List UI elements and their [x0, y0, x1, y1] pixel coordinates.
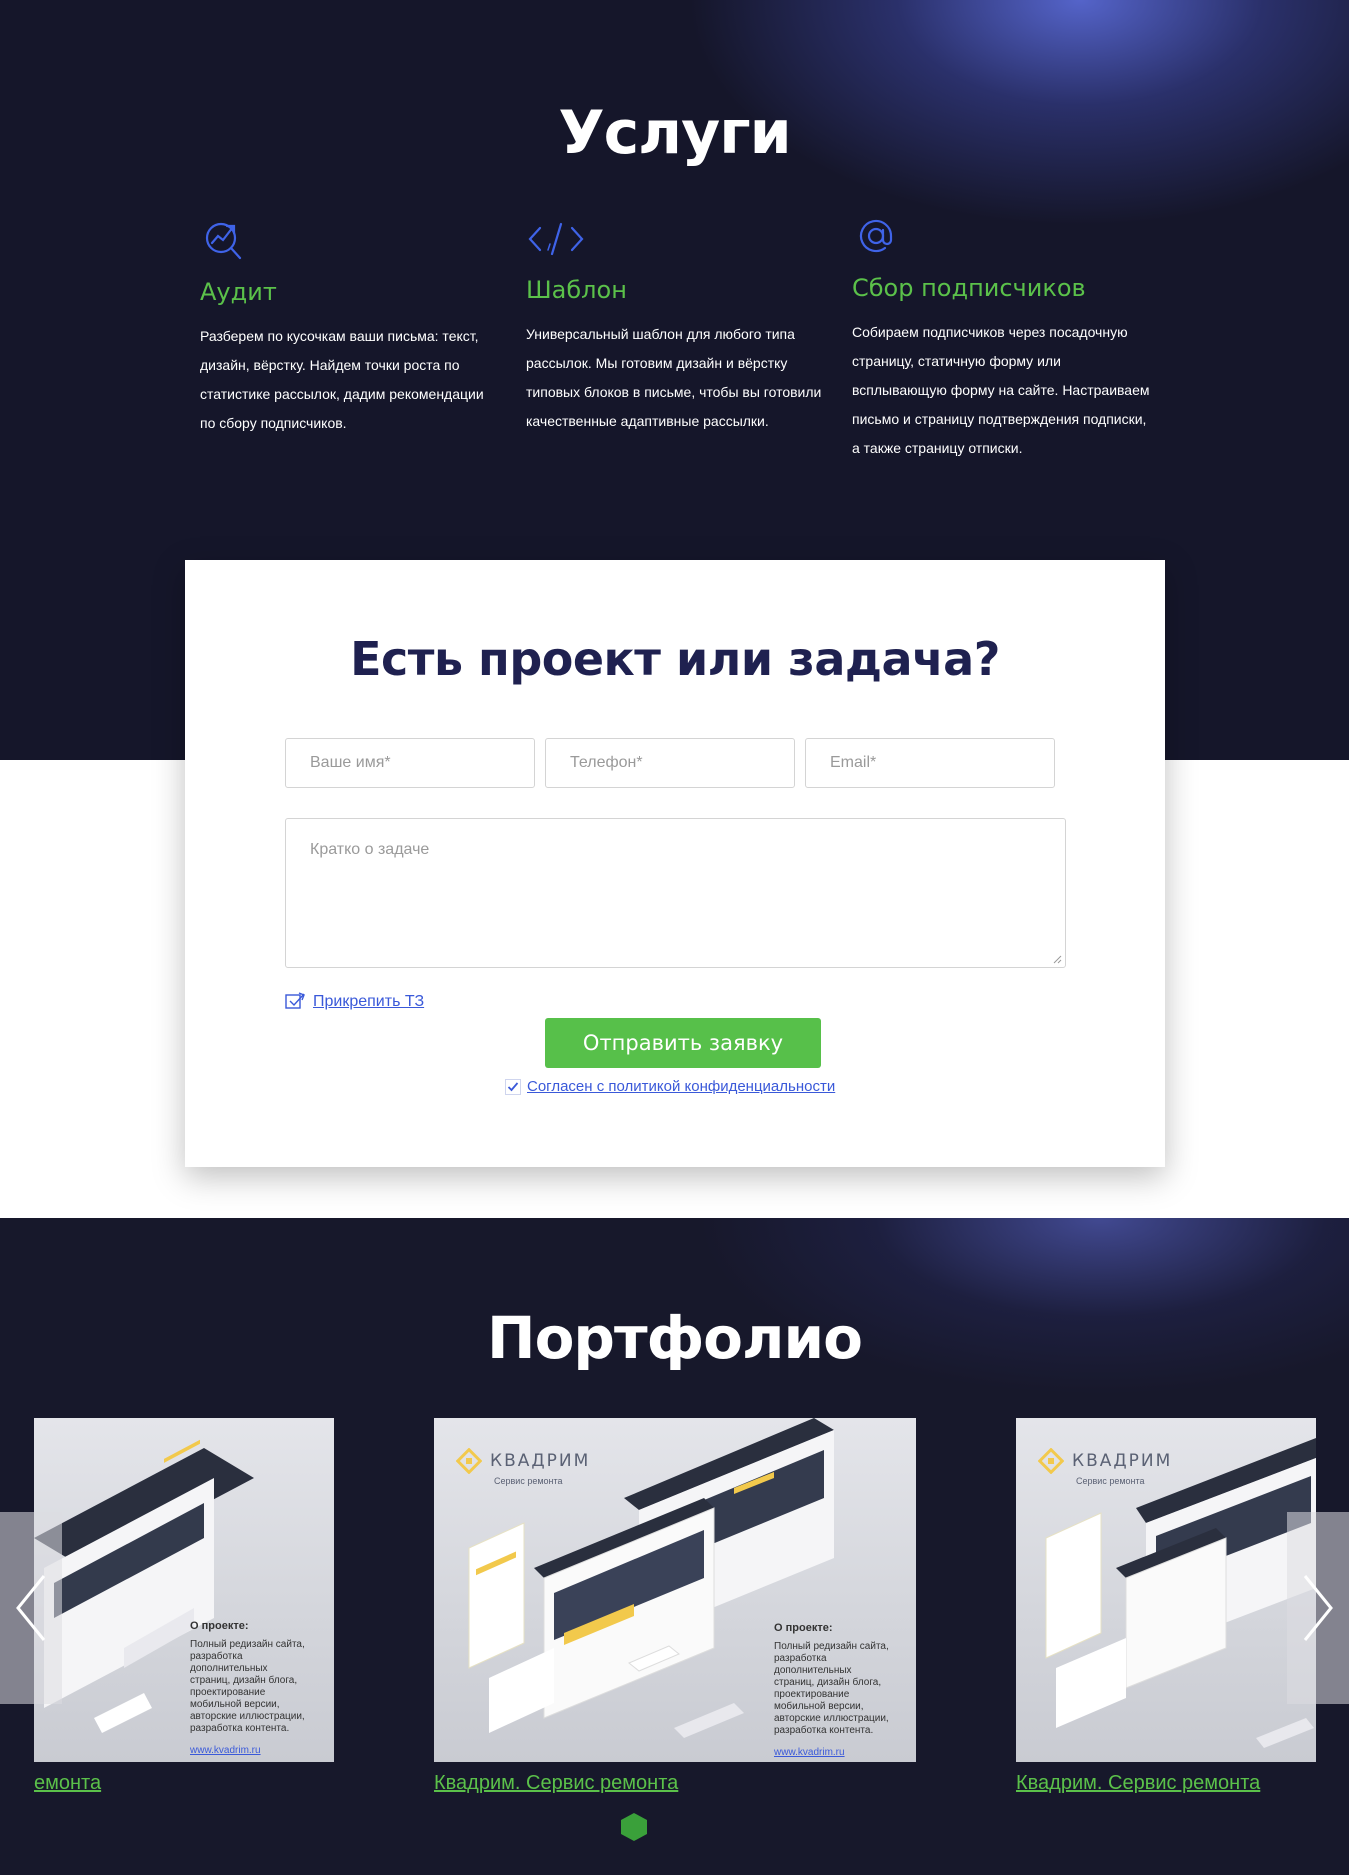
portfolio-section: Портфолио О проекте: Полный редизайн сай… — [0, 1218, 1349, 1875]
attach-label: Прикрепить ТЗ — [313, 993, 425, 1010]
chevron-right-icon — [1303, 1575, 1333, 1641]
portfolio-slide[interactable]: КВАДРИМ Сервис ремонта Квадрим. Сервис р… — [1016, 1418, 1316, 1795]
carousel-next-button[interactable] — [1287, 1512, 1349, 1704]
about-title: О проекте: — [190, 1620, 249, 1632]
service-template: Шаблон Универсальный шаблон для любого т… — [526, 214, 826, 436]
at-icon — [859, 219, 893, 253]
portfolio-image[interactable]: КВАДРИМ Сервис ремонта О проекте: Полный… — [434, 1418, 916, 1762]
form-title: Есть проект или задача? — [350, 632, 1000, 686]
message-placeholder: Кратко о задаче — [310, 841, 430, 858]
analytics-icon — [205, 222, 242, 260]
about-title: О проекте: — [774, 1622, 833, 1634]
attach-icon — [285, 992, 305, 1009]
submit-button[interactable]: Отправить заявку — [545, 1018, 821, 1068]
checkbox-checked-icon[interactable] — [505, 1078, 521, 1095]
service-audit: Аудит Разберем по кусочкам ваши письма: … — [200, 216, 500, 438]
privacy-policy-link[interactable]: Согласен с политикой конфиденциальности — [527, 1078, 835, 1095]
carousel-prev-button[interactable] — [0, 1512, 62, 1704]
service-text: Универсальный шаблон для любого типа рас… — [526, 326, 822, 429]
portfolio-image[interactable]: О проекте: Полный редизайн сайта, разраб… — [34, 1418, 334, 1762]
project-site-link[interactable]: www.kvadrim.ru — [190, 1745, 305, 1757]
attach-file-link[interactable]: Прикрепить ТЗ — [285, 992, 424, 1012]
project-about: О проекте: Полный редизайн сайта, разраб… — [190, 1620, 305, 1757]
portfolio-slide[interactable]: КВАДРИМ Сервис ремонта О проекте: Полный… — [434, 1418, 916, 1795]
about-text: Полный редизайн сайта, разработка дополн… — [774, 1641, 889, 1736]
service-title: Сбор подписчиков — [852, 274, 1086, 302]
project-site-link[interactable]: www.kvadrim.ru — [774, 1747, 894, 1759]
service-subscribers: Сбор подписчиков Собираем подписчиков че… — [852, 212, 1152, 463]
consent-checkbox-row[interactable]: Согласен с политикой конфиденциальности — [505, 1078, 835, 1095]
carousel-dot-active[interactable] — [620, 1812, 648, 1842]
project-about: О проекте: Полный редизайн сайта, разраб… — [774, 1622, 894, 1759]
service-text: Собираем подписчиков через посадочную ст… — [852, 324, 1150, 456]
contact-form: Есть проект или задача? Ваше имя* Телефо… — [185, 560, 1165, 1167]
services-title: Услуги — [558, 98, 791, 168]
portfolio-caption-link[interactable]: Квадрим. Сервис ремонта — [1016, 1772, 1316, 1795]
mockup-illustration — [1045, 1438, 1316, 1748]
service-title: Шаблон — [526, 276, 627, 304]
portfolio-caption-link[interactable]: емонта — [34, 1772, 334, 1795]
service-text: Разберем по кусочкам ваши письма: текст,… — [200, 328, 484, 431]
message-textarea[interactable]: Кратко о задаче — [285, 818, 1066, 968]
service-title: Аудит — [200, 278, 277, 306]
chevron-left-icon — [16, 1575, 46, 1641]
portfolio-title: Портфолио — [487, 1304, 863, 1372]
portfolio-image[interactable]: КВАДРИМ Сервис ремонта — [1016, 1418, 1316, 1762]
about-text: Полный редизайн сайта, разработка дополн… — [190, 1639, 305, 1734]
portfolio-slide[interactable]: О проекте: Полный редизайн сайта, разраб… — [34, 1418, 334, 1795]
resize-grip-icon[interactable] — [1053, 955, 1062, 964]
phone-input[interactable]: Телефон* — [545, 738, 795, 788]
code-icon — [528, 222, 584, 256]
portfolio-caption-link[interactable]: Квадрим. Сервис ремонта — [434, 1772, 916, 1795]
name-input[interactable]: Ваше имя* — [285, 738, 535, 788]
email-input[interactable]: Email* — [805, 738, 1055, 788]
